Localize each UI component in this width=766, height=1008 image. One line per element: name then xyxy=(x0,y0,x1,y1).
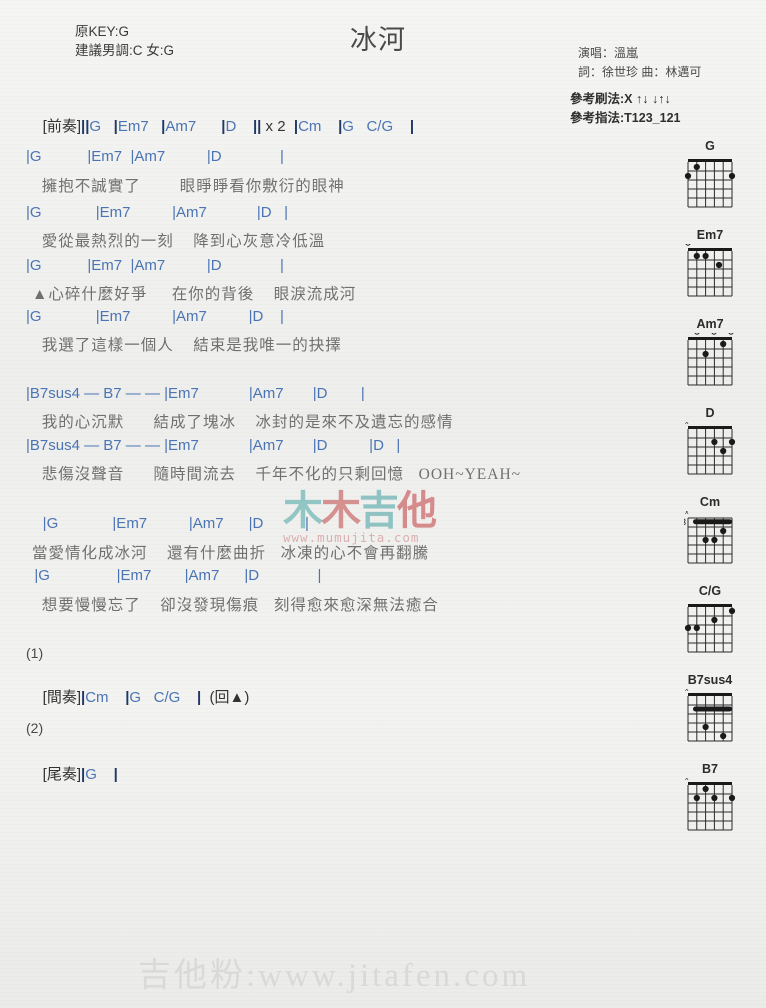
muted-string-marker: x xyxy=(685,778,689,782)
lyric-row: 愛從最熱烈的一刻 降到心灰意冷低溫 xyxy=(32,233,326,250)
fretboard-grid-icon xyxy=(684,159,736,208)
chord-row: |B7sus4 — B7 — — |Em7 |Am7 |D | xyxy=(26,385,365,402)
chord-diagram-cm: Cm x 3 xyxy=(662,494,758,583)
chord-row: |G |Em7 |Am7 |D | xyxy=(26,567,322,584)
fretboard-am7 xyxy=(684,333,736,389)
lyric-row: ▲心碎什麼好爭 在你的背後 眼淚流成河 xyxy=(32,286,357,303)
section-tag-intro: [前奏] xyxy=(42,118,82,135)
chord-sheet: [前奏]||G |Em7 |Am7 |D || x 2 |Cm |G C/G |… xyxy=(0,0,680,1008)
barre-bar xyxy=(693,706,732,712)
chord-diagram-label: Cm xyxy=(699,495,721,509)
fretboard-c-over-g xyxy=(684,600,736,656)
outro-line: [尾奏]|G | xyxy=(26,746,118,801)
fretboard-g xyxy=(684,155,736,211)
chord-row: |G |Em7 |Am7 |D | xyxy=(26,308,284,325)
fretboard-grid-icon xyxy=(687,333,734,386)
fretboard-em7 xyxy=(684,244,736,300)
interlude-chords: |Cm |G C/G | (回▲) xyxy=(81,689,250,706)
lyric-row: 我的心沉默 結成了塊冰 冰封的是來不及遺忘的感情 xyxy=(32,414,454,431)
section-tag-outro: [尾奏] xyxy=(42,766,82,783)
ending-number: (2) xyxy=(26,720,44,736)
chord-diagram-label: B7sus4 xyxy=(687,673,733,687)
fretboard-d: x xyxy=(684,422,736,478)
chord-diagram-b7sus4: B7sus4 x xyxy=(662,672,758,761)
ending-number: (1) xyxy=(26,645,44,661)
lyric-row: 悲傷沒聲音 隨時間流去 千年不化的只剩回憶 OOH~YEAH~ xyxy=(32,466,522,483)
fretboard-cm: x 3 xyxy=(684,511,736,567)
watermark-jitafen: 吉他粉:www.jitafen.com xyxy=(138,958,531,994)
intro-chords: ||G |Em7 |Am7 |D || x 2 |Cm |G C/G | xyxy=(81,118,415,135)
chord-diagram-em7: Em7 xyxy=(662,227,758,316)
muted-string-marker: x xyxy=(685,422,689,426)
muted-string-marker: x xyxy=(685,511,689,516)
chord-diagram-panel: G Em7 Am7 D x Cm x C/G B7sus4 x B7 x xyxy=(662,138,758,850)
chord-diagram-b7: B7 x xyxy=(662,761,758,850)
chord-row: |G |Em7 |Am7 |D | xyxy=(26,148,284,165)
fretboard-grid-icon xyxy=(684,604,736,653)
outro-chords: |G | xyxy=(81,766,118,783)
chord-diagram-d: D x xyxy=(662,405,758,494)
chord-diagram-label: Am7 xyxy=(696,317,724,331)
chord-row: |G |Em7 |Am7 |D | xyxy=(26,515,309,532)
fretboard-grid-icon xyxy=(685,244,733,297)
chord-diagram-label: B7 xyxy=(702,762,718,776)
lyric-row: 當愛情化成冰河 還有什麼曲折 冰凍的心不會再翻騰 xyxy=(32,545,430,562)
chord-diagram-label: G xyxy=(705,139,715,153)
fretboard-b7sus4: x xyxy=(684,689,736,745)
chord-row: |G |Em7 |Am7 |D | xyxy=(26,257,284,274)
fretboard-grid-icon: x xyxy=(685,689,733,742)
fretboard-grid-icon: x 3 xyxy=(684,511,733,564)
chord-row: |G |Em7 |Am7 |D | xyxy=(26,204,289,221)
fretboard-b7: x xyxy=(684,778,736,834)
lyric-row: 擁抱不誠實了 眼睜睜看你敷衍的眼神 xyxy=(32,178,345,195)
muted-string-marker: x xyxy=(685,689,689,693)
barre-bar xyxy=(693,519,732,525)
chord-diagram-c-over-g: C/G xyxy=(662,583,758,672)
chord-diagram-label: C/G xyxy=(698,584,722,598)
section-tag-interlude: [間奏] xyxy=(42,689,82,706)
chord-diagram-label: Em7 xyxy=(696,228,724,242)
interlude-line: [間奏]|Cm |G C/G | (回▲) xyxy=(26,669,250,724)
lyric-row: 想要慢慢忘了 卻沒發現傷痕 刻得愈來愈深無法癒合 xyxy=(32,597,439,614)
base-fret-label: 3 xyxy=(684,517,686,527)
fretboard-grid-icon: x xyxy=(685,422,736,475)
lyric-row: 我選了這樣一個人 結束是我唯一的抉擇 xyxy=(32,337,342,354)
fretboard-grid-icon: x xyxy=(685,778,736,831)
chord-diagram-label: D xyxy=(705,406,715,420)
intro-line: [前奏]||G |Em7 |Am7 |D || x 2 |Cm |G C/G | xyxy=(26,98,414,153)
chord-diagram-am7: Am7 xyxy=(662,316,758,405)
chord-row: |B7sus4 — B7 — — |Em7 |Am7 |D |D | xyxy=(26,437,401,454)
chord-diagram-g: G xyxy=(662,138,758,227)
